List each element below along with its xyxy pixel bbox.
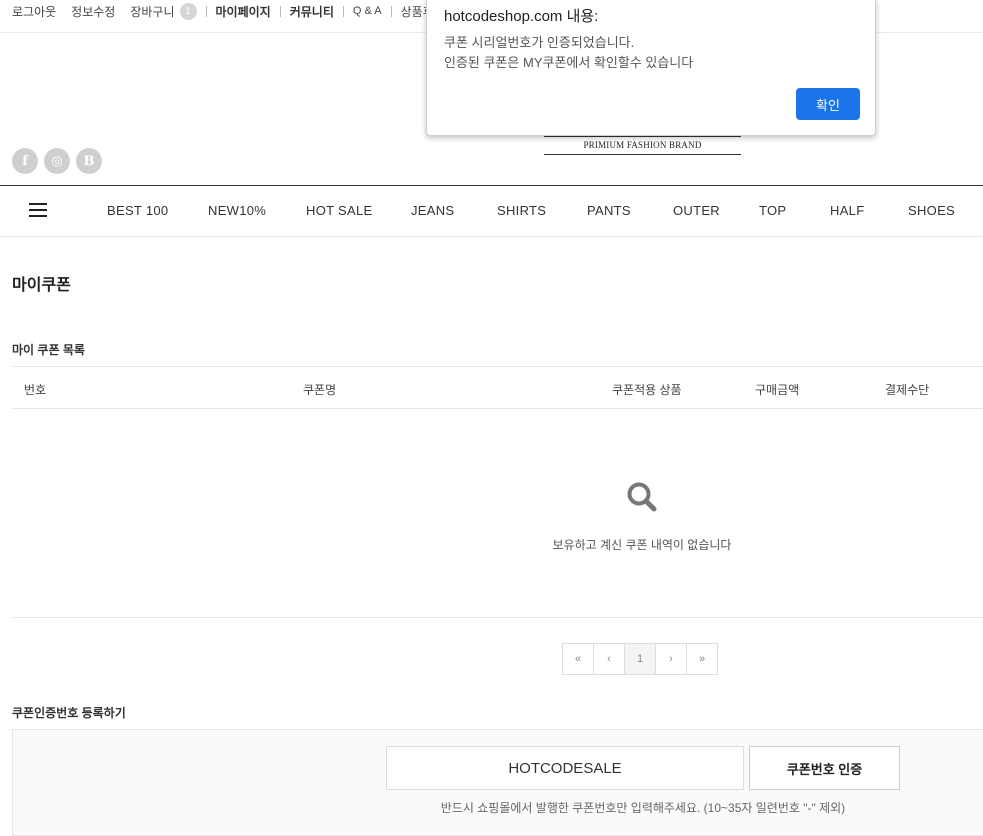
dialog-message-line1: 쿠폰 시리얼번호가 인증되었습니다. — [444, 35, 635, 50]
alert-dialog: hotcodeshop.com 내용: 쿠폰 시리얼번호가 인증되었습니다. 인… — [426, 0, 876, 136]
col-coupon-name: 쿠폰명 — [303, 383, 337, 397]
prev-page-button[interactable]: ‹ — [593, 643, 625, 675]
col-applicable-product: 쿠폰적용 상품 — [612, 383, 682, 397]
last-page-button[interactable]: » — [686, 643, 718, 675]
nav-item-hot-sale[interactable]: HOT SALE — [306, 203, 372, 218]
nav-item-half[interactable]: HALF — [830, 203, 864, 218]
community-link[interactable]: 커뮤니티 — [290, 3, 334, 20]
cart-link[interactable]: 장바구니 — [130, 3, 174, 20]
top-links: 로그아웃 정보수정 장바구니 1 마이페이지 커뮤니티 Q & A 상품후 — [12, 0, 434, 22]
coupon-verify-button[interactable]: 쿠폰번호 인증 — [749, 746, 900, 790]
divider — [279, 5, 281, 17]
nav-item-top[interactable]: TOP — [759, 203, 786, 218]
facebook-icon[interactable]: f — [12, 148, 38, 174]
logout-link[interactable]: 로그아웃 — [12, 3, 56, 20]
col-number: 번호 — [24, 383, 47, 397]
coupon-table-header: 번호 쿠폰명 쿠폰적용 상품 구매금액 결제수단 — [12, 366, 983, 409]
divider — [205, 5, 207, 17]
coupon-register-note: 반드시 쇼핑몰에서 발행한 쿠폰번호만 입력해주세요. (10~35자 일련번호… — [440, 801, 846, 815]
brand-tagline: PRIMIUM FASHION BRAND — [583, 140, 702, 150]
nav-item-jeans[interactable]: JEANS — [411, 203, 454, 218]
dialog-message: 쿠폰 시리얼번호가 인증되었습니다. 인증된 쿠폰은 MY쿠폰에서 확인할수 있… — [444, 33, 693, 73]
nav-item-new10[interactable]: NEW10% — [208, 203, 266, 218]
coupon-empty-state: 보유하고 계신 쿠폰 내역이 없습니다 — [12, 409, 983, 618]
coupon-code-input[interactable] — [386, 746, 744, 790]
brand-line-top — [544, 136, 741, 137]
qna-link[interactable]: Q & A — [353, 5, 382, 17]
col-purchase-amount: 구매금액 — [755, 383, 800, 397]
coupon-register-title: 쿠폰인증번호 등록하기 — [12, 706, 126, 720]
nav-item-best100[interactable]: BEST 100 — [107, 203, 168, 218]
first-page-button[interactable]: « — [562, 643, 594, 675]
edit-info-link[interactable]: 정보수정 — [71, 3, 115, 20]
social-links: f ◎ B — [12, 148, 102, 174]
nav-item-shoes[interactable]: SHOES — [908, 203, 955, 218]
instagram-icon[interactable]: ◎ — [44, 148, 70, 174]
pagination: « ‹ 1 › » — [562, 643, 718, 675]
page-title: 마이쿠폰 — [12, 277, 71, 294]
dialog-ok-button[interactable]: 확인 — [796, 88, 860, 120]
mypage-link[interactable]: 마이페이지 — [216, 3, 271, 20]
divider — [342, 5, 344, 17]
divider — [390, 5, 392, 17]
search-icon — [627, 482, 657, 512]
nav-item-shirts[interactable]: SHIRTS — [497, 203, 546, 218]
brand-line-bottom — [544, 154, 741, 155]
col-payment-method: 결제수단 — [885, 383, 930, 397]
main-nav: BEST 100 NEW10% HOT SALE JEANS SHIRTS PA… — [0, 185, 983, 237]
dialog-message-line2: 인증된 쿠폰은 MY쿠폰에서 확인할수 있습니다 — [444, 55, 694, 70]
page-number[interactable]: 1 — [624, 643, 656, 675]
menu-icon[interactable] — [29, 203, 47, 217]
next-page-button[interactable]: › — [655, 643, 687, 675]
empty-message: 보유하고 계신 쿠폰 내역이 없습니다 — [552, 538, 732, 552]
blog-icon[interactable]: B — [76, 148, 102, 174]
nav-item-outer[interactable]: OUTER — [673, 203, 720, 218]
dialog-title: hotcodeshop.com 내용: — [444, 8, 599, 25]
coupon-list-title: 마이 쿠폰 목록 — [12, 343, 85, 357]
cart-count-badge: 1 — [179, 2, 197, 20]
nav-item-pants[interactable]: PANTS — [587, 203, 631, 218]
